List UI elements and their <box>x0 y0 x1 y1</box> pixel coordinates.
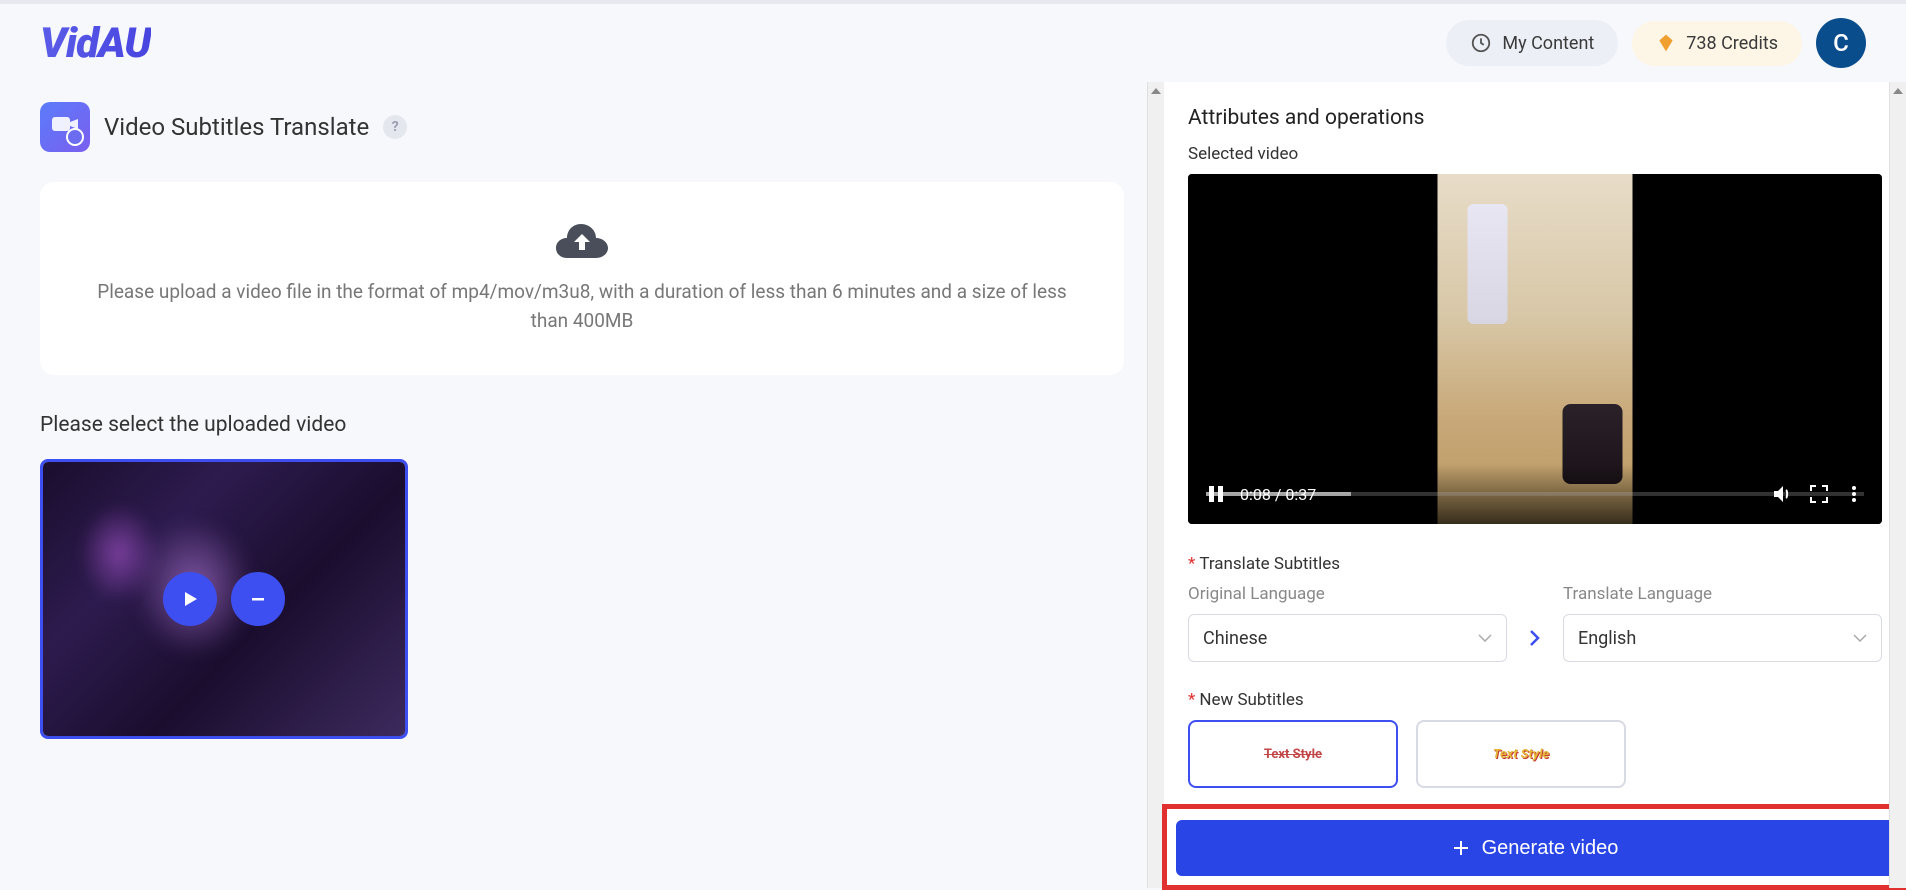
avatar-letter: C <box>1833 29 1849 57</box>
main: Video Subtitles Translate ? Please uploa… <box>0 82 1906 888</box>
scrollbar-track[interactable] <box>1148 99 1164 888</box>
logo: VidAU <box>40 19 151 68</box>
scroll-up-icon[interactable] <box>1148 82 1164 99</box>
credits-label: 738 Credits <box>1686 33 1778 54</box>
credits-button[interactable]: 738 Credits <box>1632 21 1802 66</box>
scrollbar-track[interactable] <box>1890 99 1906 888</box>
scroll-up-icon[interactable] <box>1890 82 1906 99</box>
volume-icon[interactable] <box>1770 482 1794 506</box>
plus-icon <box>1452 839 1470 857</box>
help-icon[interactable]: ? <box>383 115 407 139</box>
play-icon <box>181 590 199 608</box>
original-language-col: Original Language Chinese <box>1188 584 1507 662</box>
cloud-upload-icon <box>556 222 608 260</box>
diamond-icon <box>1656 33 1676 53</box>
right-inner: Attributes and operations Selected video… <box>1164 82 1906 808</box>
style-2-preview: Text Style <box>1451 736 1591 772</box>
remove-thumb-button[interactable] <box>231 572 285 626</box>
pause-button[interactable] <box>1206 484 1226 504</box>
video-preview[interactable]: 0:08 / 0:37 <box>1188 174 1882 524</box>
original-language-value: Chinese <box>1203 628 1267 649</box>
required-star: * <box>1188 690 1195 710</box>
video-controls: 0:08 / 0:37 <box>1188 464 1882 524</box>
my-content-button[interactable]: My Content <box>1446 20 1618 66</box>
left-panel: Video Subtitles Translate ? Please uploa… <box>0 82 1164 888</box>
left-scrollbar[interactable] <box>1147 82 1164 888</box>
fullscreen-icon[interactable] <box>1808 483 1830 505</box>
subtitle-style-row: Text Style Text Style <box>1188 720 1882 788</box>
upload-box[interactable]: Please upload a video file in the format… <box>40 182 1124 375</box>
page-title-row: Video Subtitles Translate ? <box>40 102 1124 152</box>
subtitles-translate-icon <box>40 102 90 152</box>
translate-language-label: Translate Language <box>1563 584 1882 604</box>
minus-icon <box>249 590 267 608</box>
uploaded-video-thumb[interactable] <box>40 459 408 739</box>
more-icon[interactable] <box>1844 484 1864 504</box>
arrow-right-icon <box>1521 614 1549 662</box>
original-language-select[interactable]: Chinese <box>1188 614 1507 662</box>
translate-language-select[interactable]: English <box>1563 614 1882 662</box>
thumb-controls <box>43 462 405 736</box>
original-language-label: Original Language <box>1188 584 1507 604</box>
subtitle-style-2[interactable]: Text Style <box>1416 720 1626 788</box>
new-subtitles-label: *New Subtitles <box>1188 690 1882 710</box>
header: VidAU My Content 738 Credits C <box>0 0 1906 82</box>
upload-hint: Please upload a video file in the format… <box>80 278 1084 335</box>
generate-label: Generate video <box>1482 837 1619 860</box>
required-star: * <box>1188 554 1195 574</box>
play-thumb-button[interactable] <box>163 572 217 626</box>
subtitle-style-1[interactable]: Text Style <box>1188 720 1398 788</box>
video-time: 0:08 / 0:37 <box>1240 485 1316 504</box>
style-1-preview: Text Style <box>1223 736 1363 772</box>
attributes-title: Attributes and operations <box>1188 106 1882 130</box>
right-scrollbar[interactable] <box>1889 82 1906 888</box>
clock-icon <box>1470 32 1492 54</box>
selected-video-label: Selected video <box>1188 144 1882 164</box>
avatar[interactable]: C <box>1816 18 1866 68</box>
chevron-down-icon <box>1478 634 1492 642</box>
right-panel: Attributes and operations Selected video… <box>1164 82 1906 888</box>
header-right: My Content 738 Credits C <box>1446 18 1866 68</box>
my-content-label: My Content <box>1502 33 1594 54</box>
generate-video-button[interactable]: Generate video <box>1176 820 1894 876</box>
language-row: Original Language Chinese Translate Lang… <box>1188 584 1882 662</box>
video-icon <box>52 117 78 137</box>
chevron-down-icon <box>1853 634 1867 642</box>
page-title: Video Subtitles Translate <box>104 113 369 141</box>
generate-wrap: Generate video <box>1164 808 1906 888</box>
translate-language-value: English <box>1578 628 1636 649</box>
translate-subtitles-label: *Translate Subtitles <box>1188 554 1882 574</box>
translate-language-col: Translate Language English <box>1563 584 1882 662</box>
select-uploaded-label: Please select the uploaded video <box>40 413 1124 437</box>
